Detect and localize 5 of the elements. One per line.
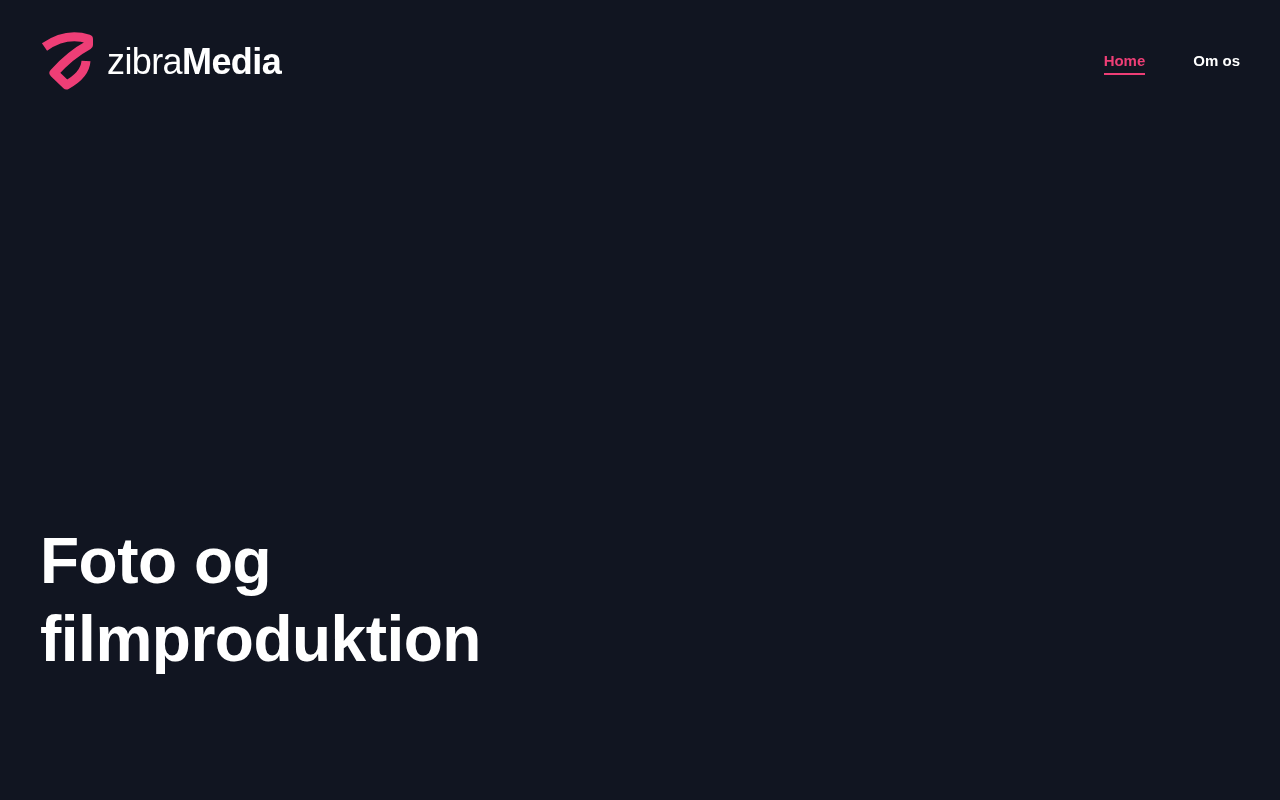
logo-text[interactable]: zibraMedia <box>107 42 282 80</box>
logo-icon[interactable] <box>40 30 93 92</box>
nav-link[interactable]: Home <box>1103 52 1146 75</box>
nav-link[interactable]: Om os <box>1193 52 1240 75</box>
hero-title: Foto og filmproduktion <box>40 524 482 677</box>
